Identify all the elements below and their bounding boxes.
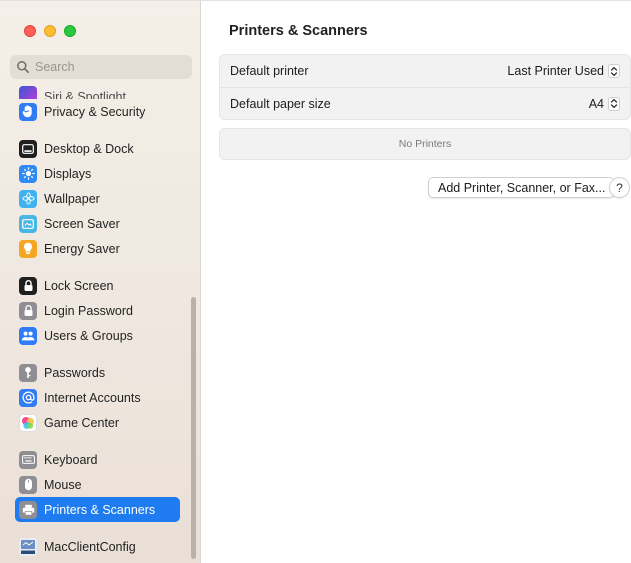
sidebar-item-keyboard[interactable]: Keyboard bbox=[15, 447, 180, 472]
sidebar-item-energy-saver[interactable]: Energy Saver bbox=[15, 236, 180, 261]
sidebar-item-macclientconfig[interactable]: MacClientConfig bbox=[15, 534, 180, 559]
default-paper-size-row: Default paper size A4 bbox=[220, 87, 630, 119]
sidebar-item-label: Game Center bbox=[44, 415, 120, 430]
default-printer-popup[interactable]: Last Printer Used bbox=[507, 64, 620, 78]
search-icon bbox=[16, 60, 30, 74]
sidebar-item-label: Lock Screen bbox=[44, 278, 114, 293]
search-field[interactable] bbox=[10, 55, 192, 79]
sidebar-item-label: Passwords bbox=[44, 365, 106, 380]
siri-icon bbox=[19, 86, 37, 99]
sidebar-group-spacer bbox=[15, 348, 180, 360]
sidebar-item-label: Energy Saver bbox=[44, 241, 120, 256]
sidebar-item-internet-accounts[interactable]: Internet Accounts bbox=[15, 385, 180, 410]
system-settings-window: Siri & Spotlight Privacy & Security Deskto… bbox=[0, 0, 631, 563]
sidebar-item-wallpaper[interactable]: Wallpaper bbox=[15, 186, 180, 211]
sidebar-scrollbar[interactable] bbox=[191, 297, 196, 559]
sidebar-item-passwords[interactable]: Passwords bbox=[15, 360, 180, 385]
sidebar-item-label: Internet Accounts bbox=[44, 390, 141, 405]
sidebar-item-lock-screen[interactable]: Lock Screen bbox=[15, 273, 180, 298]
sidebar-item-label: Mouse bbox=[44, 477, 82, 492]
sidebar-item-game-center[interactable]: Game Center bbox=[15, 410, 180, 435]
default-printer-value: Last Printer Used bbox=[507, 64, 604, 78]
sidebar-group-spacer bbox=[15, 124, 180, 136]
sidebar-group-spacer bbox=[15, 261, 180, 273]
mac-client-config-icon bbox=[19, 537, 37, 556]
sidebar-item-label: Siri & Spotlight bbox=[44, 90, 126, 99]
default-paper-size-value: A4 bbox=[588, 96, 604, 111]
sidebar-item-privacy-security[interactable]: Privacy & Security bbox=[15, 99, 180, 124]
sidebar-item-login-password[interactable]: Login Password bbox=[15, 298, 180, 323]
close-window-button[interactable] bbox=[24, 25, 36, 37]
mouse-icon bbox=[19, 475, 37, 494]
sidebar-item-displays[interactable]: Displays bbox=[15, 161, 180, 186]
up-down-chevron-icon bbox=[608, 64, 620, 78]
sidebar-list: Siri & Spotlight Privacy & Security Deskto… bbox=[15, 85, 180, 559]
defaults-group: Default printer Last Printer Used Defaul… bbox=[219, 54, 631, 120]
page-title: Printers & Scanners bbox=[229, 23, 368, 39]
sidebar-item-label: Displays bbox=[44, 166, 92, 181]
help-button[interactable]: ? bbox=[609, 177, 630, 198]
flower-icon bbox=[19, 189, 37, 208]
sun-icon bbox=[19, 164, 37, 183]
main-pane: Printers & Scanners Default printer Last… bbox=[201, 1, 631, 563]
hand-icon bbox=[19, 102, 37, 121]
keyboard-icon bbox=[19, 450, 37, 469]
default-paper-size-popup[interactable]: A4 bbox=[588, 96, 620, 111]
minimize-window-button[interactable] bbox=[44, 25, 56, 37]
lock-icon bbox=[19, 276, 37, 295]
add-printer-button[interactable]: Add Printer, Scanner, or Fax... bbox=[428, 177, 616, 198]
sidebar-item-mouse[interactable]: Mouse bbox=[15, 472, 180, 497]
sidebar-item-label: Screen Saver bbox=[44, 216, 120, 231]
lightbulb-icon bbox=[19, 239, 37, 258]
sidebar-item-label: Desktop & Dock bbox=[44, 141, 134, 156]
sidebar-item-users-groups[interactable]: Users & Groups bbox=[15, 323, 180, 348]
sidebar-item-siri-spotlight[interactable]: Siri & Spotlight bbox=[15, 85, 180, 99]
dock-icon bbox=[19, 139, 37, 158]
screen-saver-icon bbox=[19, 214, 37, 233]
sidebar-item-label: Users & Groups bbox=[44, 328, 133, 343]
sidebar-item-label: Printers & Scanners bbox=[44, 502, 156, 517]
at-icon bbox=[19, 388, 37, 407]
sidebar-item-label: MacClientConfig bbox=[44, 539, 136, 554]
sidebar-item-label: Privacy & Security bbox=[44, 104, 146, 119]
default-paper-size-label: Default paper size bbox=[230, 96, 331, 111]
printer-list-empty: No Printers bbox=[219, 128, 631, 160]
default-printer-label: Default printer bbox=[230, 64, 309, 78]
game-center-icon bbox=[19, 413, 37, 432]
printer-icon bbox=[19, 500, 37, 519]
sidebar-item-label: Keyboard bbox=[44, 452, 98, 467]
sidebar-item-screen-saver[interactable]: Screen Saver bbox=[15, 211, 180, 236]
up-down-chevron-icon bbox=[608, 96, 620, 111]
sidebar-item-label: Wallpaper bbox=[44, 191, 100, 206]
sidebar-group-spacer bbox=[15, 522, 180, 534]
sidebar-item-desktop-dock[interactable]: Desktop & Dock bbox=[15, 136, 180, 161]
lock-icon bbox=[19, 301, 37, 320]
sidebar-item-label: Login Password bbox=[44, 303, 133, 318]
zoom-window-button[interactable] bbox=[64, 25, 76, 37]
sidebar: Siri & Spotlight Privacy & Security Deskto… bbox=[0, 1, 201, 563]
default-printer-row: Default printer Last Printer Used bbox=[220, 55, 630, 87]
sidebar-item-printers-scanners[interactable]: Printers & Scanners bbox=[15, 497, 180, 522]
window-controls bbox=[24, 25, 76, 37]
users-icon bbox=[19, 326, 37, 345]
search-input[interactable] bbox=[35, 60, 185, 74]
key-icon bbox=[19, 363, 37, 382]
sidebar-group-spacer bbox=[15, 435, 180, 447]
